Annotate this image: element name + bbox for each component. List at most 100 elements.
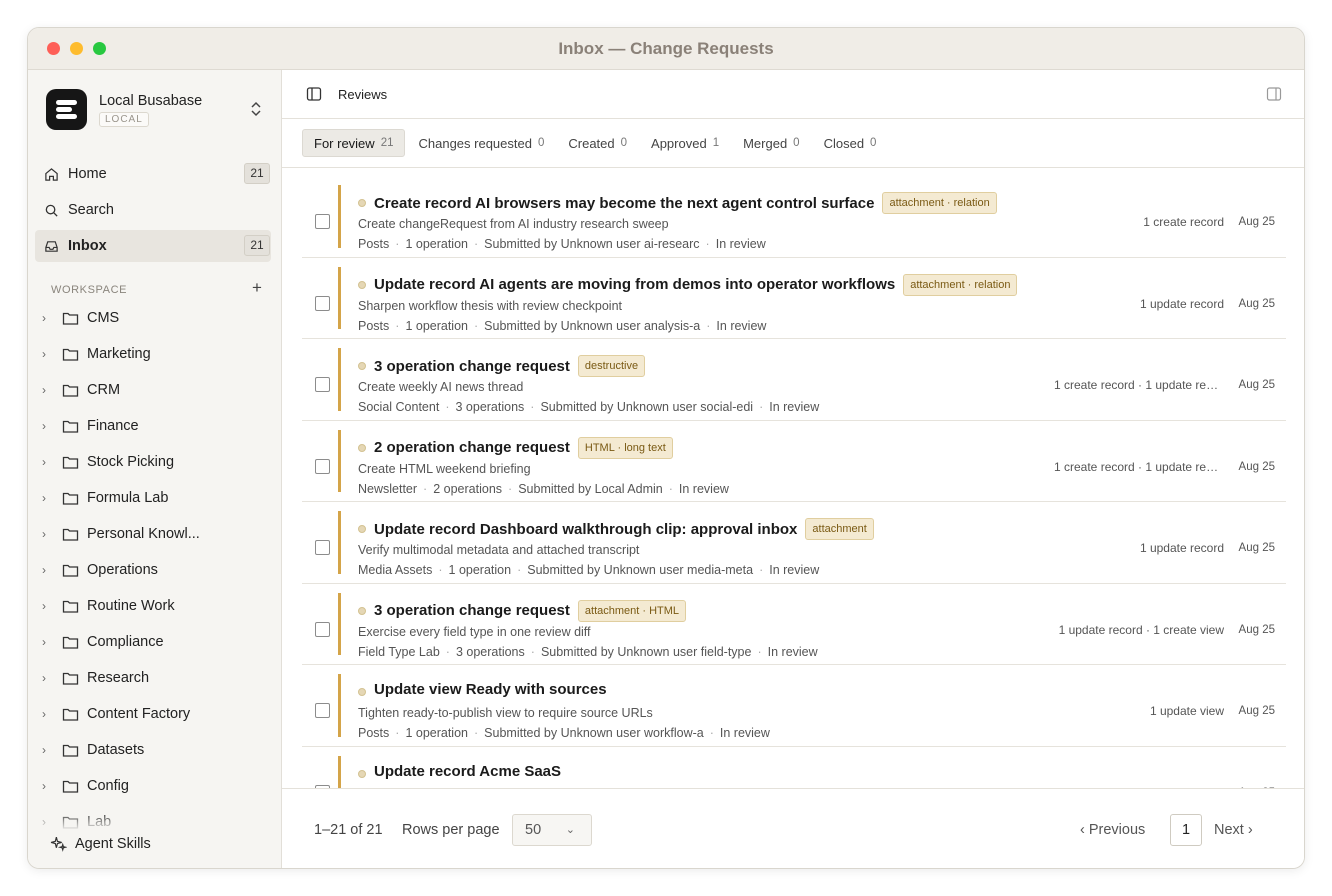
main-panel: Reviews For review 21 Changes requested 0 Cr…: [282, 70, 1304, 868]
tab-merged[interactable]: Merged 0: [732, 129, 810, 157]
tab-label: Merged: [743, 135, 788, 151]
row-operation-count: 1 operation: [405, 318, 468, 333]
nav-search[interactable]: Search: [35, 194, 271, 226]
tab-approved[interactable]: Approved 1: [640, 129, 730, 157]
sidebar-fade: [28, 815, 281, 831]
row-checkbox[interactable]: [315, 621, 330, 637]
main-header: Reviews: [282, 70, 1304, 119]
row-title[interactable]: Update view Ready with sources: [374, 681, 607, 698]
sidebar-folder[interactable]: › CRM: [42, 376, 120, 404]
row-subtitle: Sharpen workflow thesis with review chec…: [358, 298, 623, 313]
row-submitter: Submitted by Unknown user social-edi: [540, 400, 754, 414]
sidebar-folder[interactable]: › Stock Picking: [42, 448, 174, 476]
sidebar-folder[interactable]: › Marketing: [42, 340, 151, 368]
chevron-right-icon: ›: [42, 707, 46, 721]
nav-inbox[interactable]: Inbox 21: [35, 230, 271, 262]
row-meta: Posts · 1 operation · Submitted by Unknown u…: [358, 318, 767, 333]
row-table: Field Type Lab: [358, 644, 440, 659]
tab-label: Approved: [651, 135, 707, 151]
change-request-row[interactable]: Update record Acme SaaSRefresh account s…: [302, 747, 1286, 788]
row-date: Aug 25: [1238, 297, 1275, 310]
sidebar-folder[interactable]: › Operations: [42, 556, 158, 584]
row-status: In review: [719, 726, 770, 740]
tab-created[interactable]: Created 0: [557, 129, 638, 157]
row-subtitle: Create HTML weekend briefing: [358, 461, 531, 476]
sidebar-folder[interactable]: › Compliance: [42, 628, 164, 656]
row-table: Social Content: [358, 400, 440, 414]
row-meta: Field Type Lab · 3 operations · Submitted by…: [358, 644, 818, 659]
row-date: Aug 25: [1238, 705, 1275, 717]
sidebar-folder[interactable]: › Routine Work: [42, 592, 175, 620]
row-tag-badge: attachment · relation: [882, 192, 997, 214]
row-checkbox[interactable]: [315, 703, 330, 718]
folder-label: Compliance: [87, 634, 164, 650]
change-request-row[interactable]: Update record Dashboard walkthrough clip…: [302, 502, 1286, 584]
row-checkbox[interactable]: [315, 377, 330, 392]
row-subtitle: Verify multimodal metadata and attached …: [358, 543, 640, 557]
workspace-logo-icon: [46, 89, 87, 130]
row-table: Media Assets: [358, 563, 433, 577]
pagination-range: 1–21 of 21: [314, 822, 383, 838]
row-date: Aug 25: [1238, 460, 1275, 473]
change-request-row[interactable]: Create record AI browsers may become the…: [302, 176, 1286, 258]
nav-count-badge: 21: [244, 163, 270, 184]
change-request-row[interactable]: 3 operation change request destructive Cre…: [302, 339, 1286, 421]
row-checkbox[interactable]: [315, 214, 330, 229]
row-status: In review: [769, 563, 820, 577]
row-title[interactable]: Update record Dashboard walkthrough clip…: [374, 521, 797, 538]
change-request-row[interactable]: 2 operation change request HTML · long te…: [302, 421, 1286, 502]
next-page-button[interactable]: Next ›: [1214, 822, 1253, 838]
change-request-row[interactable]: Update view Ready with sources Tighten re…: [302, 665, 1286, 747]
current-page-button[interactable]: 1: [1170, 814, 1202, 846]
row-title[interactable]: 3 operation change request: [374, 358, 570, 375]
row-title[interactable]: 3 operation change request: [374, 602, 570, 619]
row-checkbox[interactable]: [315, 458, 330, 474]
folder-label: Marketing: [87, 346, 151, 362]
row-accent-bar: [338, 674, 341, 737]
row-tag-badge: attachment: [805, 518, 874, 540]
sidebar-folder[interactable]: › Datasets: [42, 736, 144, 764]
row-checkbox[interactable]: [315, 295, 330, 311]
sidebar-folder[interactable]: › Formula Lab: [42, 484, 168, 512]
row-subtitle: Create weekly AI news thread: [358, 380, 524, 394]
row-status: In review: [715, 237, 766, 251]
panel-right-icon[interactable]: [1266, 86, 1282, 102]
tab-for-review[interactable]: For review 21: [302, 129, 406, 157]
row-title[interactable]: Update record AI agents are moving from …: [374, 276, 895, 293]
row-submitter: Submitted by Unknown user field-type: [540, 644, 752, 659]
row-table: Posts: [358, 237, 390, 251]
folder-label: Personal Knowl...: [87, 526, 200, 542]
agent-skills-link[interactable]: Agent Skills: [50, 835, 151, 852]
tab-label: Created: [568, 135, 615, 151]
status-dot-icon: [358, 688, 366, 696]
sidebar-folder[interactable]: › Research: [42, 664, 149, 692]
row-tag-badge: attachment · HTML: [577, 599, 687, 622]
nav-home[interactable]: Home 21: [35, 158, 271, 190]
tab-label: For review: [314, 135, 375, 151]
row-title[interactable]: Update record Acme SaaS: [374, 763, 561, 780]
row-operations-summary: 1 create record · 1 update record: [1054, 378, 1224, 392]
sidebar-toggle-icon[interactable]: [306, 86, 322, 102]
add-folder-button[interactable]: +: [252, 278, 262, 298]
rows-per-page-select[interactable]: 50 ⌄: [512, 814, 592, 846]
row-operation-count: 1 operation: [405, 726, 468, 740]
previous-page-button[interactable]: ‹ Previous: [1080, 822, 1145, 838]
workspace-switcher[interactable]: Local Busabase LOCAL: [46, 89, 268, 130]
row-title[interactable]: Create record AI browsers may become the…: [374, 195, 874, 212]
row-title[interactable]: 2 operation change request: [374, 439, 570, 456]
tab-closed[interactable]: Closed 0: [813, 129, 888, 157]
sidebar-folder[interactable]: › Config: [42, 772, 129, 800]
sidebar-folder[interactable]: › Content Factory: [42, 700, 190, 728]
row-operation-count: 3 operations: [455, 644, 525, 659]
status-dot-icon: [358, 606, 366, 615]
workspace-section-label: WORKSPACE: [51, 284, 128, 296]
change-request-row[interactable]: Update record AI agents are moving from …: [302, 258, 1286, 339]
tab-changes-requested[interactable]: Changes requested 0: [407, 129, 555, 157]
sidebar-folder[interactable]: › CMS: [42, 304, 119, 332]
row-checkbox[interactable]: [315, 540, 330, 555]
sidebar-folder[interactable]: › Finance: [42, 412, 139, 440]
sidebar-folder[interactable]: › Personal Knowl...: [42, 520, 200, 548]
change-request-row[interactable]: 3 operation change request attachment · H…: [302, 584, 1286, 665]
row-operations-summary: 1 update record: [1139, 296, 1224, 311]
row-subtitle: Tighten ready-to-publish view to require…: [358, 706, 653, 720]
